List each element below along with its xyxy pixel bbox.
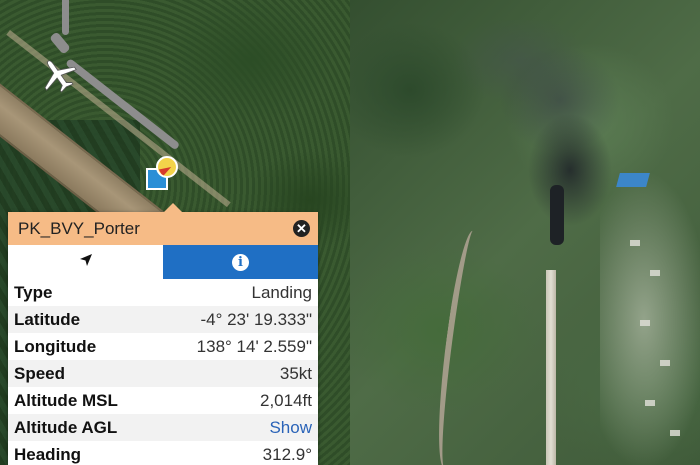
aircraft-position-marker[interactable] (146, 156, 180, 196)
close-icon[interactable]: ✕ (293, 220, 310, 237)
popup-title: PK_BVY_Porter (18, 218, 140, 238)
table-row: Latitude -4° 23' 19.333" (8, 306, 318, 333)
row-value-longitude: 138° 14' 2.559" (196, 336, 312, 356)
dirt-path (428, 229, 490, 465)
row-value-altitude-msl: 2,014ft (260, 390, 312, 410)
aerial-photo (350, 0, 700, 465)
house (660, 360, 670, 366)
table-row: Speed 35kt (8, 360, 318, 387)
row-value-type: Landing (251, 282, 312, 302)
marker-flag-icon (156, 156, 178, 178)
show-altitude-agl-link[interactable]: Show (269, 418, 312, 438)
table-row: Heading 312.9° (8, 441, 318, 465)
taxiway (62, 0, 69, 35)
house (630, 240, 640, 246)
house (670, 430, 680, 436)
popup-tabs: i (8, 245, 318, 279)
house (640, 320, 650, 326)
table-row: Altitude AGL Show (8, 414, 318, 441)
blue-roof-building (616, 173, 650, 187)
row-value-speed: 35kt (279, 363, 312, 383)
airplane-icon (36, 55, 80, 95)
taxiway (49, 31, 71, 55)
popup-pointer (163, 203, 183, 213)
aircraft-info-popup: PK_BVY_Porter ✕ i Type Landing Latitude … (8, 203, 318, 465)
info-table: Type Landing Latitude -4° 23' 19.333" Lo… (8, 279, 318, 465)
burning-aircraft (550, 185, 564, 245)
row-label-heading: Heading (14, 444, 82, 464)
row-value-heading: 312.9° (262, 444, 312, 464)
navigation-arrow-icon (78, 252, 94, 273)
house (645, 400, 655, 406)
tab-info[interactable]: i (163, 245, 318, 279)
table-row: Altitude MSL 2,014ft (8, 387, 318, 414)
popup-header: PK_BVY_Porter ✕ (8, 212, 318, 245)
table-row: Longitude 138° 14' 2.559" (8, 333, 318, 360)
info-icon: i (232, 253, 249, 271)
row-label-altitude-msl: Altitude MSL (14, 390, 118, 410)
row-label-longitude: Longitude (14, 336, 97, 356)
house (650, 270, 660, 276)
row-value-latitude: -4° 23' 19.333" (200, 309, 312, 329)
row-label-type: Type (14, 282, 53, 302)
row-label-latitude: Latitude (14, 309, 81, 329)
row-label-altitude-agl: Altitude AGL (14, 417, 118, 437)
photo-airstrip (546, 270, 556, 465)
smoke-plume (440, 20, 630, 250)
tab-navigation[interactable] (8, 245, 163, 279)
row-label-speed: Speed (14, 363, 66, 383)
map-panel[interactable]: PK_BVY_Porter ✕ i Type Landing Latitude … (0, 0, 350, 465)
table-row: Type Landing (8, 279, 318, 306)
